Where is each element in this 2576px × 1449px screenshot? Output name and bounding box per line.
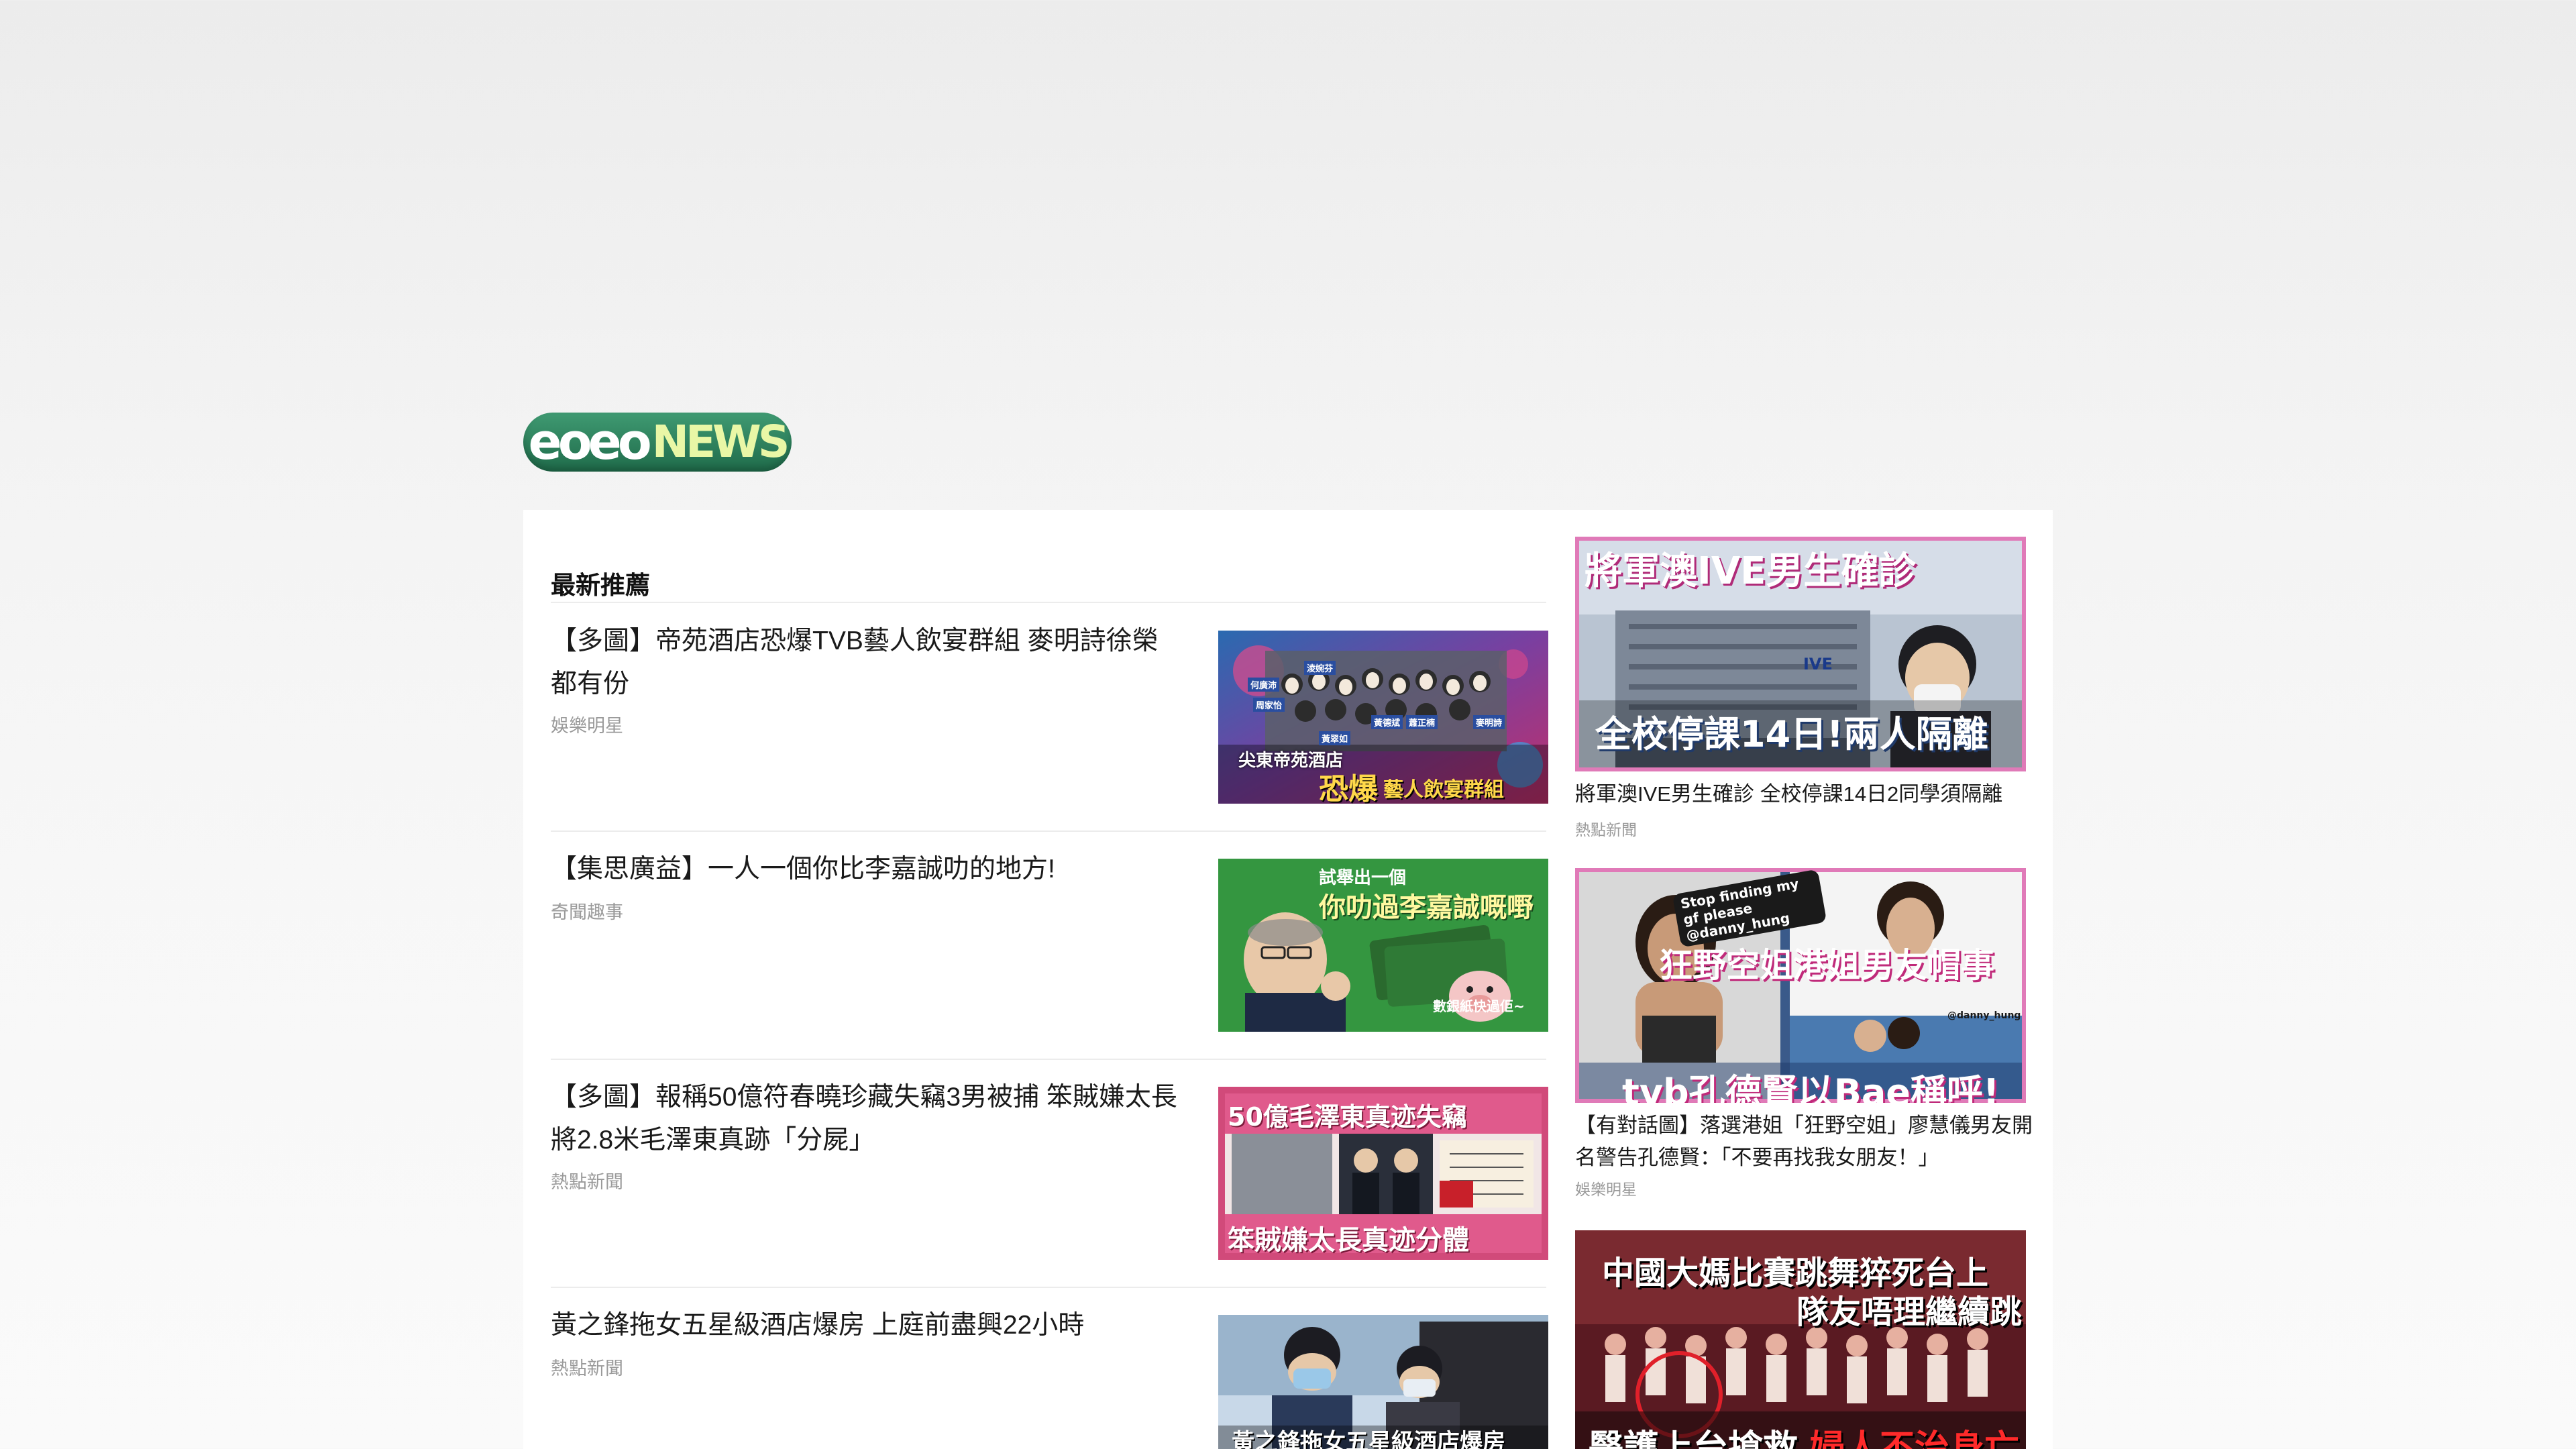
thumb-caption: 數銀紙快過佢~ — [1433, 998, 1525, 1014]
thumb-caption: 黃之鋒拖女五星級酒店爆房 — [1232, 1429, 1505, 1449]
article-item[interactable]: 【多圖】帝苑酒店恐爆TVB藝人飲宴群組 麥明詩徐榮都有份 娛樂明星 尖東帝苑酒店… — [551, 604, 1548, 832]
name-tag: 周家怡 — [1253, 698, 1285, 712]
article-category[interactable]: 熱點新聞 — [551, 1167, 623, 1193]
sidebar-card-thumbnail[interactable]: 中國大媽比賽跳舞猝死台上 隊友唔理繼續跳 醫護上台搶救 婦人不治身亡 — [1575, 1230, 2026, 1449]
sidebar-card-thumbnail[interactable]: Stop finding my gf please @danny_hung 狂野… — [1575, 868, 2026, 1103]
logo-text-eoeo: eoeo — [528, 413, 652, 471]
article-category[interactable]: 奇聞趣事 — [551, 898, 623, 924]
thumb-caption: 狂野空姐港姐男友帽事 — [1659, 946, 1994, 985]
sidebar-card-title[interactable]: 將軍澳IVE男生確診 全校停課14日2同學須隔離 — [1575, 778, 2038, 810]
thumb-caption: 醫護上台搶救 — [1589, 1428, 1799, 1449]
article-title[interactable]: 【多圖】報稱50億符春曉珍藏失竊3男被捕 笨賊嫌太長 將2.8米毛澤東真跡「分屍… — [551, 1076, 1181, 1162]
thumb-sign: IVE — [1803, 655, 1833, 674]
site-logo[interactable]: eoeo NEWS — [523, 413, 792, 472]
article-item[interactable]: 【多圖】報稱50億符春曉珍藏失竊3男被捕 笨賊嫌太長 將2.8米毛澤東真跡「分屍… — [551, 1060, 1548, 1288]
content-panel: 最新推薦 【多圖】帝苑酒店恐爆TVB藝人飲宴群組 麥明詩徐榮都有份 娛樂明星 尖… — [523, 510, 2053, 1449]
thumb-caption: 恐爆 — [1319, 772, 1378, 804]
sidebar-card-title[interactable]: 【有對話圖】落選港姐「狂野空姐」廖慧儀男友開名警告孔德賢：「不要再找我女朋友！」 — [1575, 1110, 2038, 1174]
article-item[interactable]: 黃之鋒拖女五星級酒店爆房 上庭前盡興22小時 熱點新聞 黃之鋒拖女五星級酒店爆房 — [551, 1288, 1548, 1449]
thumb-caption: 婦人不治身亡 — [1810, 1428, 2020, 1449]
name-tag: 黃翠如 — [1319, 731, 1351, 745]
article-title[interactable]: 黃之鋒拖女五星級酒店爆房 上庭前盡興22小時 — [551, 1304, 1181, 1347]
article-category[interactable]: 娛樂明星 — [551, 711, 623, 737]
thumb-caption: tvb孔德賢以Bae稱呼! — [1622, 1071, 2000, 1103]
thumb-caption: 藝人飲宴群組 — [1383, 778, 1504, 802]
thumb-caption: 全校停課14日!兩人隔離 — [1595, 713, 1988, 755]
name-tag: 淩婉芬 — [1304, 661, 1336, 675]
name-tag: 黃德斌 — [1371, 715, 1403, 729]
article-item[interactable]: 【集思廣益】一人一個你比李嘉誠叻的地方! 奇聞趣事 試舉出一個 你叻過李嘉誠嘅嘢… — [551, 832, 1548, 1060]
thumb-caption: 將軍澳IVE男生確診 — [1585, 549, 1917, 593]
section-divider — [551, 602, 1546, 603]
article-thumbnail[interactable]: 尖東帝苑酒店 恐爆 藝人飲宴群組 淩婉芬 何廣沛 周家怡 黃德斌 麥明詩 蕭正楠… — [1218, 631, 1548, 804]
name-tag: 蕭正楠 — [1406, 715, 1438, 729]
article-title[interactable]: 【多圖】帝苑酒店恐爆TVB藝人飲宴群組 麥明詩徐榮都有份 — [551, 620, 1181, 706]
thumb-caption: 50億毛澤東真迹失竊 — [1228, 1102, 1467, 1132]
thumb-caption: 笨賊嫌太長真迹分體 — [1228, 1225, 1469, 1256]
article-thumbnail[interactable]: 試舉出一個 你叻過李嘉誠嘅嘢 數銀紙快過佢~ — [1218, 859, 1548, 1032]
thumb-caption: 隊友唔理繼續跳 — [1796, 1293, 2023, 1331]
article-category[interactable]: 熱點新聞 — [551, 1354, 623, 1380]
thumb-caption: 你叻過李嘉誠嘅嘢 — [1319, 892, 1534, 923]
article-title[interactable]: 【集思廣益】一人一個你比李嘉誠叻的地方! — [551, 848, 1181, 891]
name-tag: 何廣沛 — [1248, 678, 1280, 692]
article-thumbnail[interactable]: 黃之鋒拖女五星級酒店爆房 — [1218, 1315, 1548, 1449]
sidebar-card-category[interactable]: 娛樂明星 — [1575, 1177, 1637, 1199]
thumb-handle: @danny_hung — [1947, 1010, 2021, 1021]
section-title: 最新推薦 — [551, 572, 650, 599]
sidebar-card-thumbnail[interactable]: 將軍澳IVE男生確診 全校停課14日!兩人隔離 IVE — [1575, 537, 2026, 771]
name-tag: 麥明詩 — [1473, 715, 1505, 729]
logo-text-news: NEWS — [651, 416, 790, 468]
article-thumbnail[interactable]: 50億毛澤東真迹失竊 笨賊嫌太長真迹分體 — [1218, 1087, 1548, 1260]
sidebar-card-category[interactable]: 熱點新聞 — [1575, 817, 1637, 840]
